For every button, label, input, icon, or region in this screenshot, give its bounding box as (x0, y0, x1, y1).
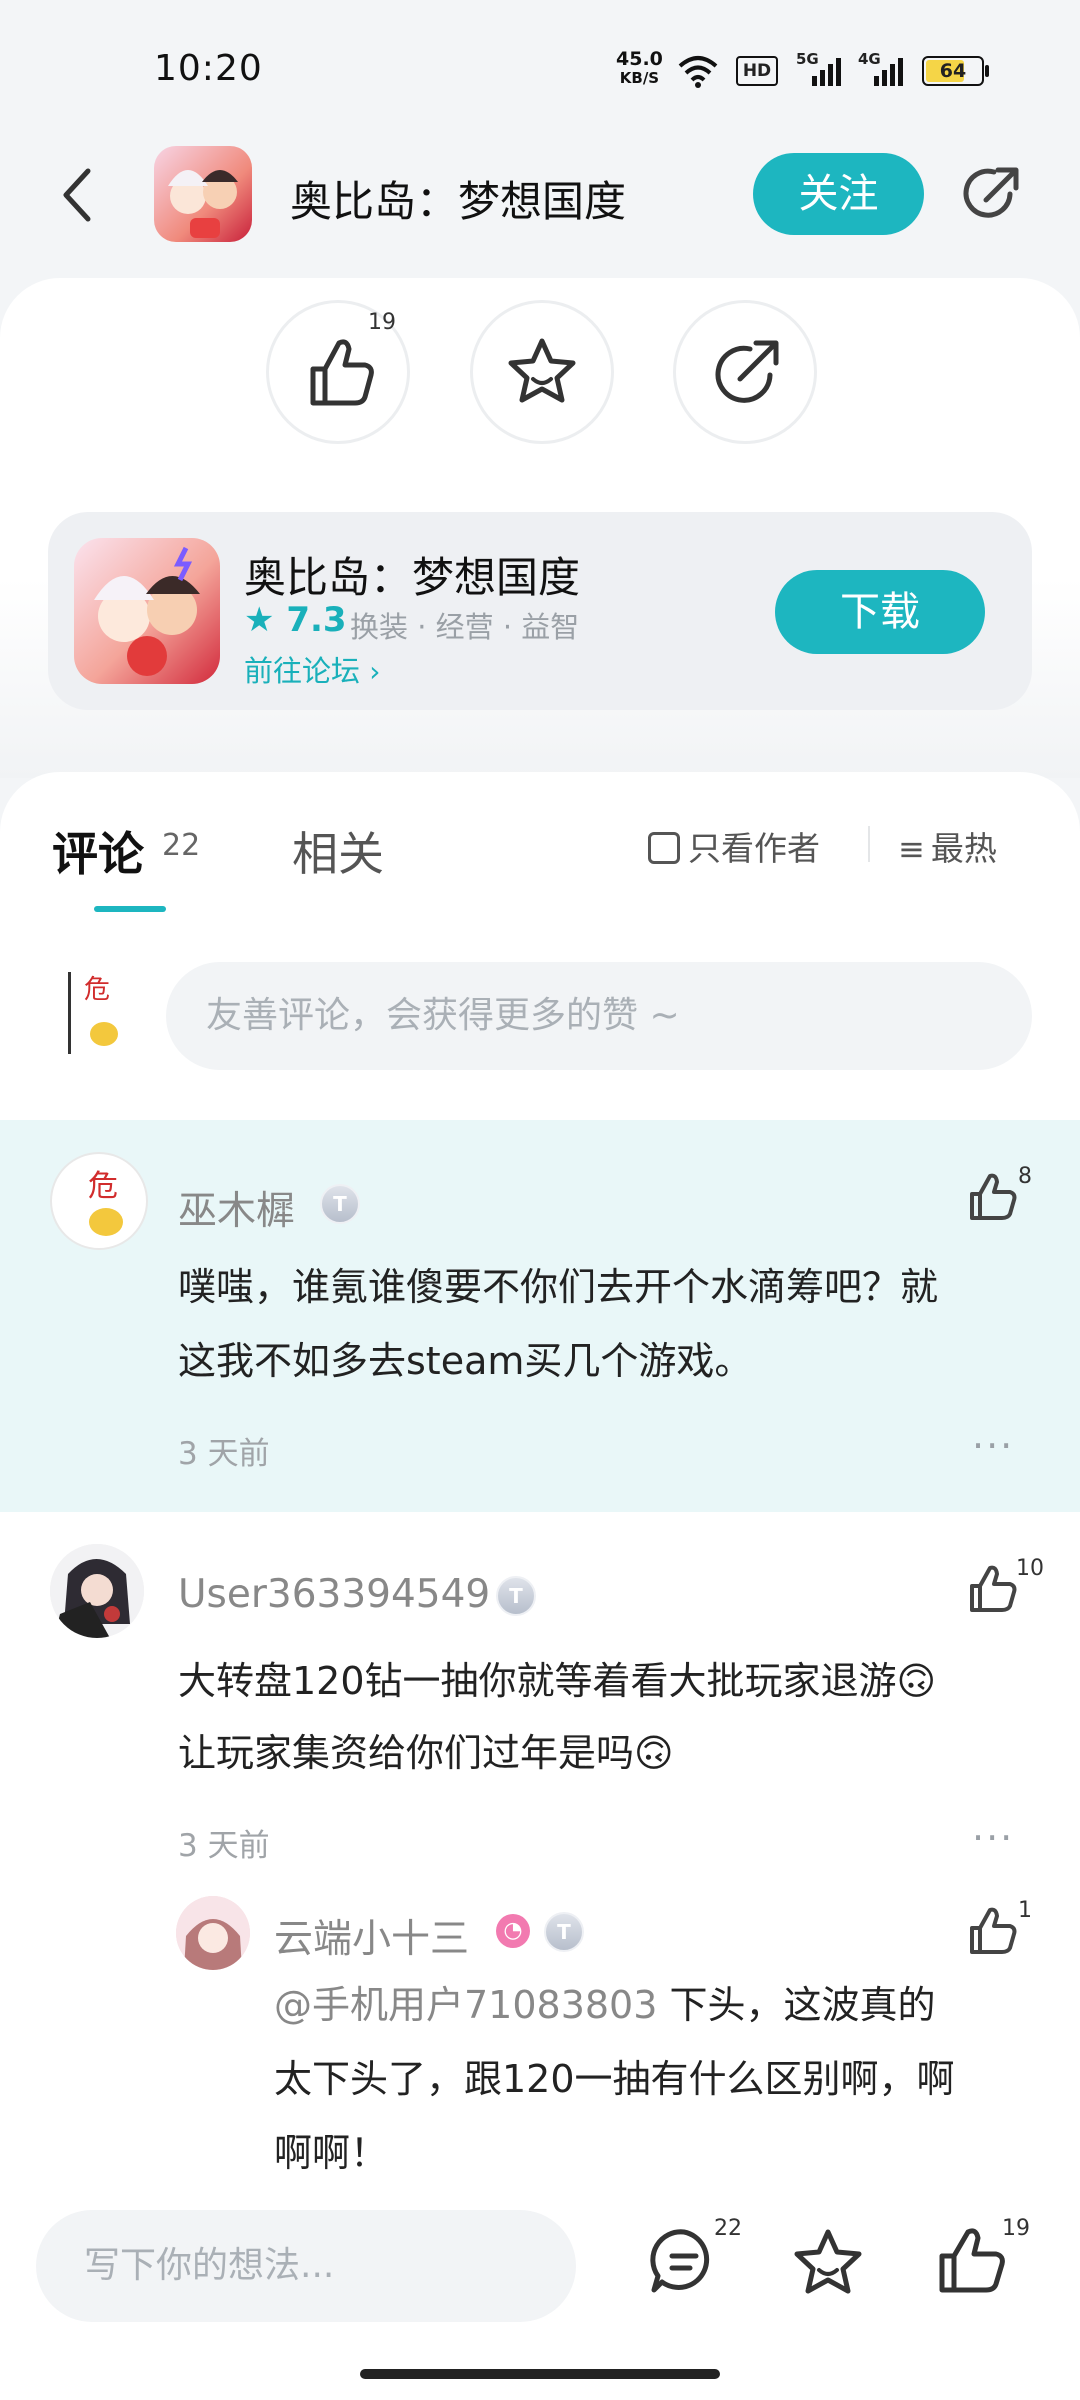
like-count: 19 (368, 310, 396, 335)
checkbox-icon (648, 832, 680, 864)
signal-icon (812, 58, 841, 86)
active-tab-indicator (94, 906, 166, 912)
reply-username[interactable]: 云端小十三 (274, 1908, 469, 1964)
battery-icon: 64 (922, 56, 989, 86)
avatar[interactable] (50, 1544, 144, 1638)
share-arrow-icon (715, 340, 779, 403)
star-icon[interactable] (792, 2226, 864, 2298)
reply-text-line: 啊啊！ (274, 2131, 389, 2175)
comment-time: 3 天前 (178, 1828, 270, 1864)
thumbs-up-icon[interactable] (966, 1172, 1018, 1224)
more-icon[interactable]: ··· (972, 1816, 1014, 1860)
game-icon-art (94, 546, 200, 676)
back-icon[interactable] (58, 165, 98, 225)
favorite-button[interactable] (470, 300, 614, 444)
signal-icon-2 (874, 58, 903, 86)
comment-count: 22 (714, 2216, 742, 2241)
tab-related[interactable]: 相关 (292, 818, 384, 884)
avatar-art: 危 (68, 972, 118, 1054)
like-count: 10 (1016, 1556, 1044, 1581)
status-time: 10:20 (154, 48, 263, 89)
reply-text-line: @手机用户71083803 下头，这波真的 (274, 1968, 936, 2042)
forum-link-label: 前往论坛 (244, 654, 361, 688)
avatar[interactable] (176, 1896, 250, 1970)
game-rating: ★ 7.3 (244, 600, 347, 640)
star-icon (508, 338, 576, 403)
game-name: 奥比岛：梦想国度 (244, 553, 581, 602)
thumbs-up-icon[interactable] (966, 1564, 1018, 1616)
wifi-icon (678, 56, 718, 88)
comment-time: 3 天前 (178, 1436, 270, 1472)
my-avatar: 危 (68, 970, 120, 1056)
comment-text-line: 这我不如多去steam买几个游戏。 (178, 1339, 753, 1383)
reply-text-line: 太下头了，跟120一抽有什么区别啊，啊 (274, 2057, 955, 2101)
bottom-comment-input[interactable]: 写下你的想法... (36, 2210, 576, 2322)
like-count: 8 (1018, 1164, 1032, 1189)
reply-text: 下头，这波真的 (657, 1983, 936, 2027)
forum-link[interactable]: 前往论坛 › (244, 648, 380, 690)
game-icon[interactable] (74, 538, 220, 684)
sort-icon: ≡ (898, 830, 925, 868)
comment-text-line: 噗嗤，谁氪谁傻要不你们去开个水滴筹吧？就 (178, 1265, 939, 1309)
svg-text:危: 危 (84, 975, 110, 1005)
like-count: 19 (1002, 2216, 1030, 2241)
avatar[interactable]: 危 (50, 1152, 148, 1250)
game-tags: 换装 · 经营 · 益智 (350, 610, 580, 644)
network-speed: 45.0 KB/S (616, 50, 663, 88)
author-badge-icon: ◔ (496, 1914, 530, 1948)
thumbs-up-icon[interactable] (936, 2226, 1008, 2298)
follow-button[interactable]: 关注 (753, 153, 924, 235)
comments-count: 22 (162, 828, 201, 863)
avatar-art (176, 1896, 250, 1970)
comment-text-line: 大转盘120钻一抽你就等着看大批玩家退游🙃 (178, 1659, 937, 1703)
network-speed-unit: KB/S (619, 69, 660, 87)
comment-username[interactable]: 巫木樨 (178, 1180, 295, 1236)
level-badge: T (320, 1184, 360, 1224)
author-only-toggle[interactable]: 只看作者 (648, 822, 820, 870)
hd-icon: HD (736, 56, 778, 86)
sort-label: 最热 (930, 829, 997, 868)
author-only-label: 只看作者 (688, 829, 820, 868)
avatar-art: 危 (88, 1169, 123, 1236)
rating-star-icon: ★ (244, 600, 275, 640)
avatar-art (50, 1544, 144, 1638)
comment-input[interactable]: 友善评论，会获得更多的赞 ~ (166, 962, 1032, 1070)
level-badge: T (496, 1576, 536, 1616)
sort-button[interactable]: ≡ 最热 (898, 822, 997, 870)
page-title: 奥比岛：梦想国度 (290, 177, 627, 226)
share-button[interactable] (673, 300, 817, 444)
comment-icon[interactable] (648, 2226, 720, 2298)
app-icon[interactable] (154, 146, 252, 242)
comment-text-line: 让玩家集资给你们过年是吗🙃 (178, 1731, 674, 1775)
more-icon[interactable]: ··· (972, 1424, 1014, 1468)
divider (868, 826, 870, 862)
chevron-right-icon: › (369, 655, 381, 688)
share-icon[interactable] (958, 162, 1024, 228)
like-count: 1 (1018, 1898, 1032, 1923)
svg-text:危: 危 (88, 1169, 118, 1204)
mention-link[interactable]: @手机用户71083803 (274, 1983, 657, 2027)
level-badge: T (544, 1912, 584, 1952)
battery-level: 64 (939, 60, 967, 82)
app-icon-art (168, 170, 238, 238)
network-speed-value: 45.0 (616, 48, 663, 70)
home-indicator[interactable] (360, 2369, 720, 2379)
download-button[interactable]: 下载 (775, 570, 985, 654)
tab-comments[interactable]: 评论 (52, 818, 144, 884)
comment-username[interactable]: User363394549 (178, 1572, 490, 1617)
rating-value: 7.3 (286, 600, 347, 640)
thumbs-up-icon[interactable] (966, 1906, 1018, 1958)
